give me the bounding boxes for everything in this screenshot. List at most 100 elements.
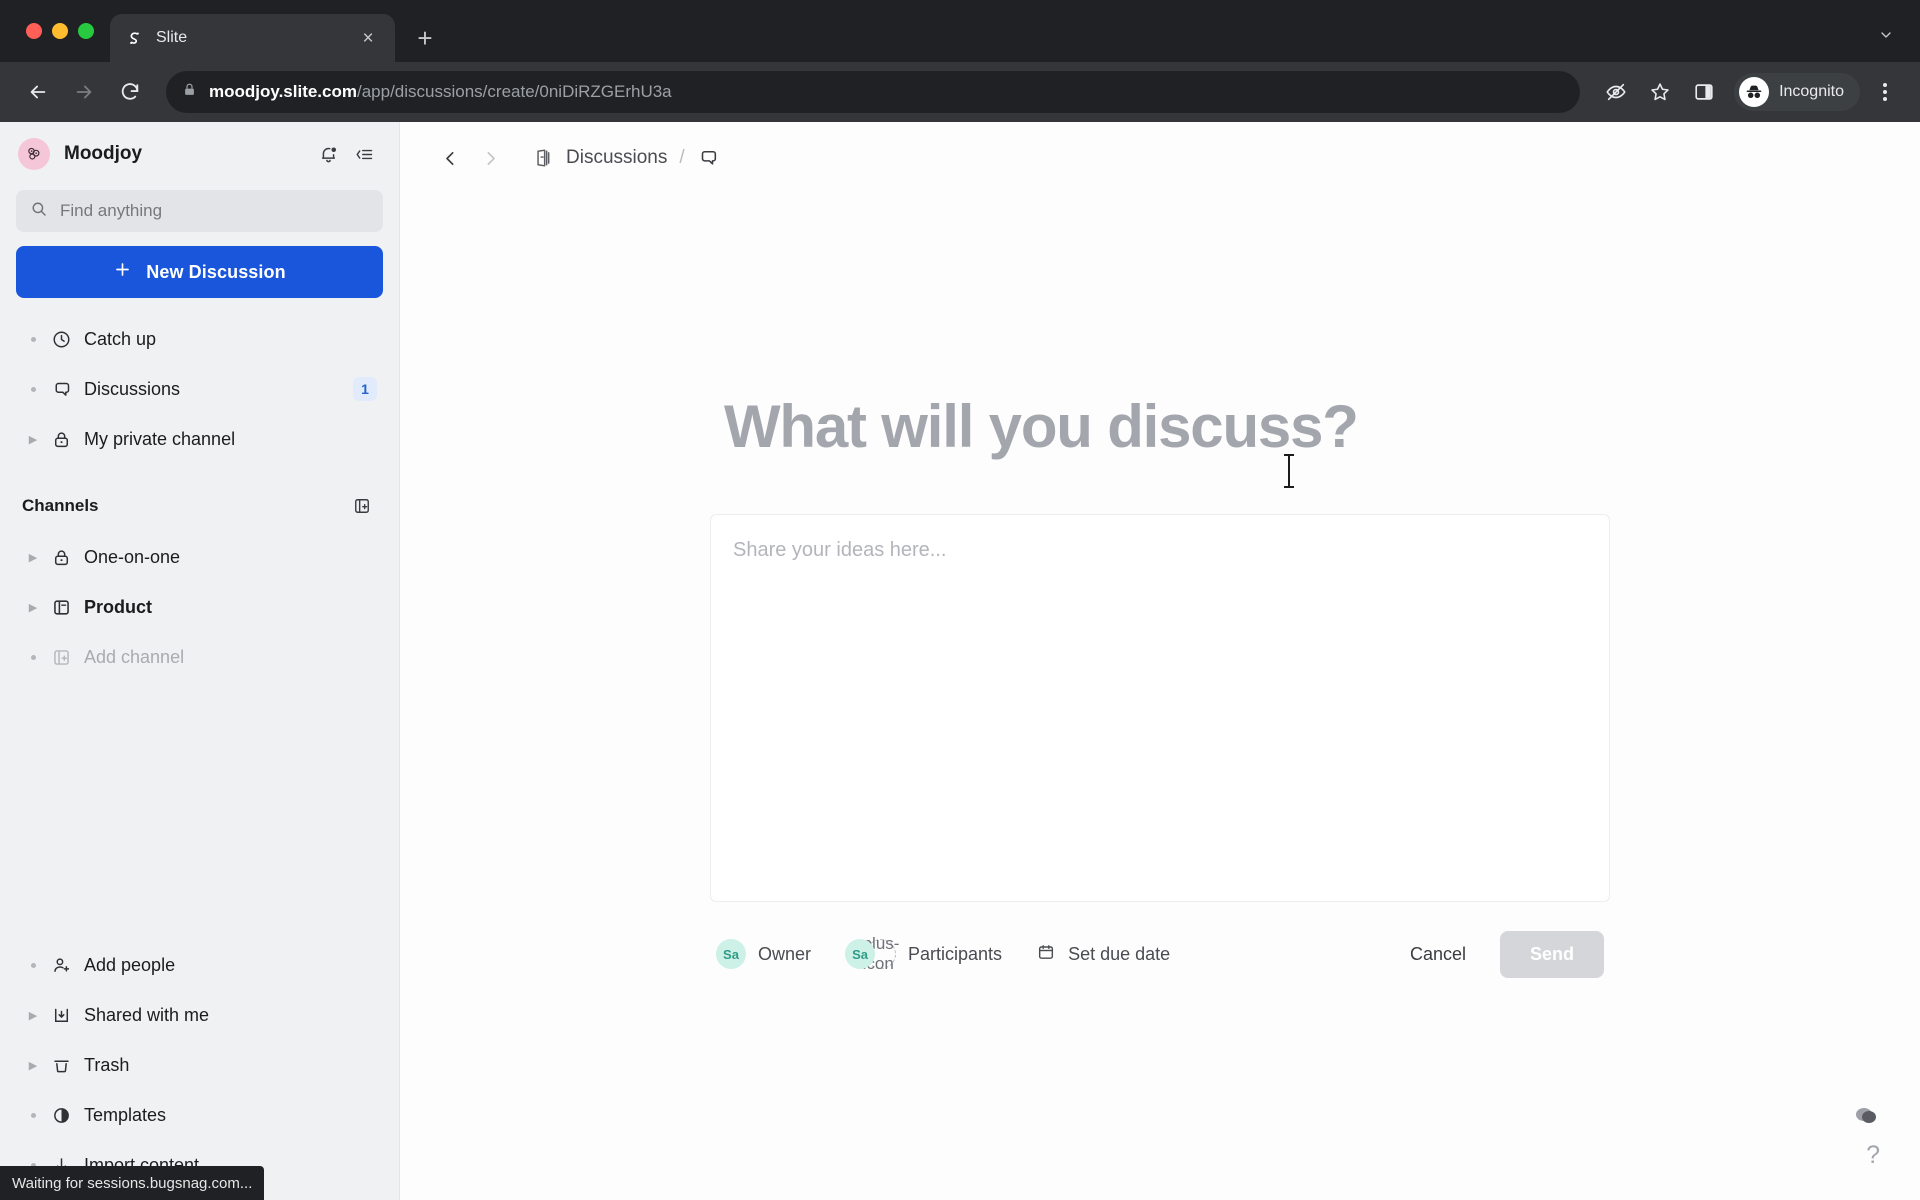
browser-tab-slite[interactable]: Slite × xyxy=(110,14,395,62)
send-button[interactable]: Send xyxy=(1499,930,1604,978)
sidebar-item-discussions[interactable]: Discussions 1 xyxy=(16,364,383,414)
new-discussion-button[interactable]: New Discussion xyxy=(16,246,383,298)
browser-toolbar: moodjoy.slite.com/app/discussions/create… xyxy=(0,62,1920,122)
incognito-profile-button[interactable]: Incognito xyxy=(1734,73,1860,111)
discussion-title-input[interactable]: What will you discuss? xyxy=(724,394,1610,460)
trash-icon xyxy=(44,1055,78,1076)
sidebar-item-trash[interactable]: ▶ Trash xyxy=(16,1040,383,1090)
bullet-marker-icon xyxy=(22,386,44,392)
participants-label: Participants xyxy=(908,943,1003,964)
search-input[interactable]: Find anything xyxy=(16,190,383,232)
sidebar-item-product[interactable]: ▶ Product xyxy=(16,582,383,632)
sidebar-item-label: Add channel xyxy=(84,646,185,667)
close-tab-button[interactable]: × xyxy=(355,25,381,51)
participants-control[interactable]: Sa plus-icon Participants xyxy=(845,934,1003,973)
add-person-icon xyxy=(44,955,78,976)
expand-twisty-icon[interactable]: ▶ xyxy=(22,433,44,446)
browser-window: Slite × + moodjoy.slite.com/app/discussi… xyxy=(0,0,1920,1200)
expand-twisty-icon[interactable]: ▶ xyxy=(22,1009,44,1022)
expand-twisty-icon[interactable]: ▶ xyxy=(22,601,44,614)
back-button[interactable] xyxy=(18,72,58,112)
primary-nav: Catch up Discussions 1 ▶ My private chan… xyxy=(16,314,383,464)
url-path: /app/discussions/create/0niDiRZGErhU3a xyxy=(357,82,672,101)
discussion-bubble-icon xyxy=(44,379,78,400)
workspace-header[interactable]: Moodjoy xyxy=(16,122,383,186)
tab-search-chevron-icon[interactable] xyxy=(1878,27,1894,48)
owner-control[interactable]: Sa Owner xyxy=(716,939,811,969)
sidebar-item-my-private-channel[interactable]: ▶ My private channel xyxy=(16,414,383,464)
toolbar-actions: Incognito xyxy=(1596,72,1902,112)
expand-twisty-icon[interactable]: ▶ xyxy=(22,551,44,564)
discussion-body-editor[interactable]: Share your ideas here... xyxy=(710,514,1610,902)
sidebar-item-add-people[interactable]: Add people xyxy=(16,940,383,990)
eye-off-icon[interactable] xyxy=(1596,72,1636,112)
set-due-date-button[interactable]: Set due date xyxy=(1036,942,1170,967)
breadcrumb: Discussions / xyxy=(400,122,1920,194)
incognito-label: Incognito xyxy=(1779,83,1844,100)
cancel-button[interactable]: Cancel xyxy=(1392,934,1484,975)
bookmark-star-icon[interactable] xyxy=(1640,72,1680,112)
bullet-marker-icon xyxy=(22,962,44,968)
page-viewport: Moodjoy Find anything New Discussion Cat… xyxy=(0,122,1920,1200)
add-channel-icon xyxy=(44,647,78,668)
close-window-button[interactable] xyxy=(26,23,42,39)
sidebar-item-label: One-on-one xyxy=(84,546,181,567)
channels-title: Channels xyxy=(22,496,99,515)
search-icon xyxy=(30,200,48,223)
sidebar-item-label: Add people xyxy=(84,954,176,975)
breadcrumb-back-button[interactable] xyxy=(430,138,470,178)
participants-avatars: Sa plus-icon xyxy=(845,934,899,973)
three-dot-menu-icon[interactable] xyxy=(1868,72,1902,112)
sidebar-item-templates[interactable]: Templates xyxy=(16,1090,383,1140)
body-placeholder: Share your ideas here... xyxy=(733,539,947,561)
window-controls[interactable] xyxy=(18,0,110,62)
text-cursor xyxy=(1284,454,1294,488)
avatar: Sa xyxy=(845,939,876,969)
bullet-marker-icon xyxy=(22,654,44,660)
breadcrumb-discussions-link[interactable]: Discussions xyxy=(566,147,667,169)
bullet-marker-icon xyxy=(22,1112,44,1118)
address-bar[interactable]: moodjoy.slite.com/app/discussions/create… xyxy=(166,71,1581,113)
inbox-download-icon xyxy=(44,1005,78,1026)
tab-title: Slite xyxy=(156,29,188,46)
new-discussion-label: New Discussion xyxy=(146,261,286,282)
sidebar-item-label: Shared with me xyxy=(84,1004,210,1025)
expand-twisty-icon[interactable]: ▶ xyxy=(22,1059,44,1072)
sidebar-item-catch-up[interactable]: Catch up xyxy=(16,314,383,364)
lock-icon xyxy=(44,547,78,568)
minimize-window-button[interactable] xyxy=(52,23,68,39)
help-button[interactable]: ? xyxy=(1866,1141,1880,1170)
calendar-icon xyxy=(1036,942,1056,967)
sidebar-item-label: Trash xyxy=(84,1054,130,1075)
due-date-label: Set due date xyxy=(1068,943,1171,964)
mood-disc-icon[interactable] xyxy=(1856,1108,1876,1123)
browser-title-bar: Slite × + xyxy=(0,0,1920,62)
url-text: moodjoy.slite.com/app/discussions/create… xyxy=(209,82,672,102)
collapse-sidebar-icon[interactable] xyxy=(347,137,381,171)
notification-bell-icon[interactable] xyxy=(311,137,345,171)
sidebar-item-label: My private channel xyxy=(84,428,236,449)
new-tab-button[interactable]: + xyxy=(405,18,445,58)
composer-footer: Sa Owner Sa plus-icon Participants Set d… xyxy=(710,930,1610,978)
sidebar-item-shared-with-me[interactable]: ▶ Shared with me xyxy=(16,990,383,1040)
sidebar-item-label: Product xyxy=(84,596,153,617)
clock-icon xyxy=(44,329,78,350)
lock-icon xyxy=(182,82,197,102)
breadcrumb-separator: / xyxy=(679,147,685,168)
discussions-unread-badge: 1 xyxy=(353,377,377,401)
add-channel-icon[interactable] xyxy=(347,491,377,521)
forward-button[interactable] xyxy=(64,72,104,112)
discussions-doc-icon xyxy=(532,147,554,169)
reload-button[interactable] xyxy=(110,72,150,112)
side-panel-icon[interactable] xyxy=(1684,72,1724,112)
maximize-window-button[interactable] xyxy=(78,23,94,39)
sidebar-bottom-nav: Add people ▶ Shared with me ▶ Trash Temp… xyxy=(16,940,383,1200)
sidebar-item-add-channel[interactable]: Add channel xyxy=(16,632,383,682)
templates-icon xyxy=(44,1105,78,1126)
slite-favicon xyxy=(124,28,144,48)
workspace-name: Moodjoy xyxy=(64,143,143,164)
sidebar-item-one-on-one[interactable]: ▶ One-on-one xyxy=(16,532,383,582)
app-sidebar: Moodjoy Find anything New Discussion Cat… xyxy=(0,122,400,1200)
discussion-bubble-icon[interactable] xyxy=(697,147,719,169)
breadcrumb-forward-button[interactable] xyxy=(470,138,510,178)
